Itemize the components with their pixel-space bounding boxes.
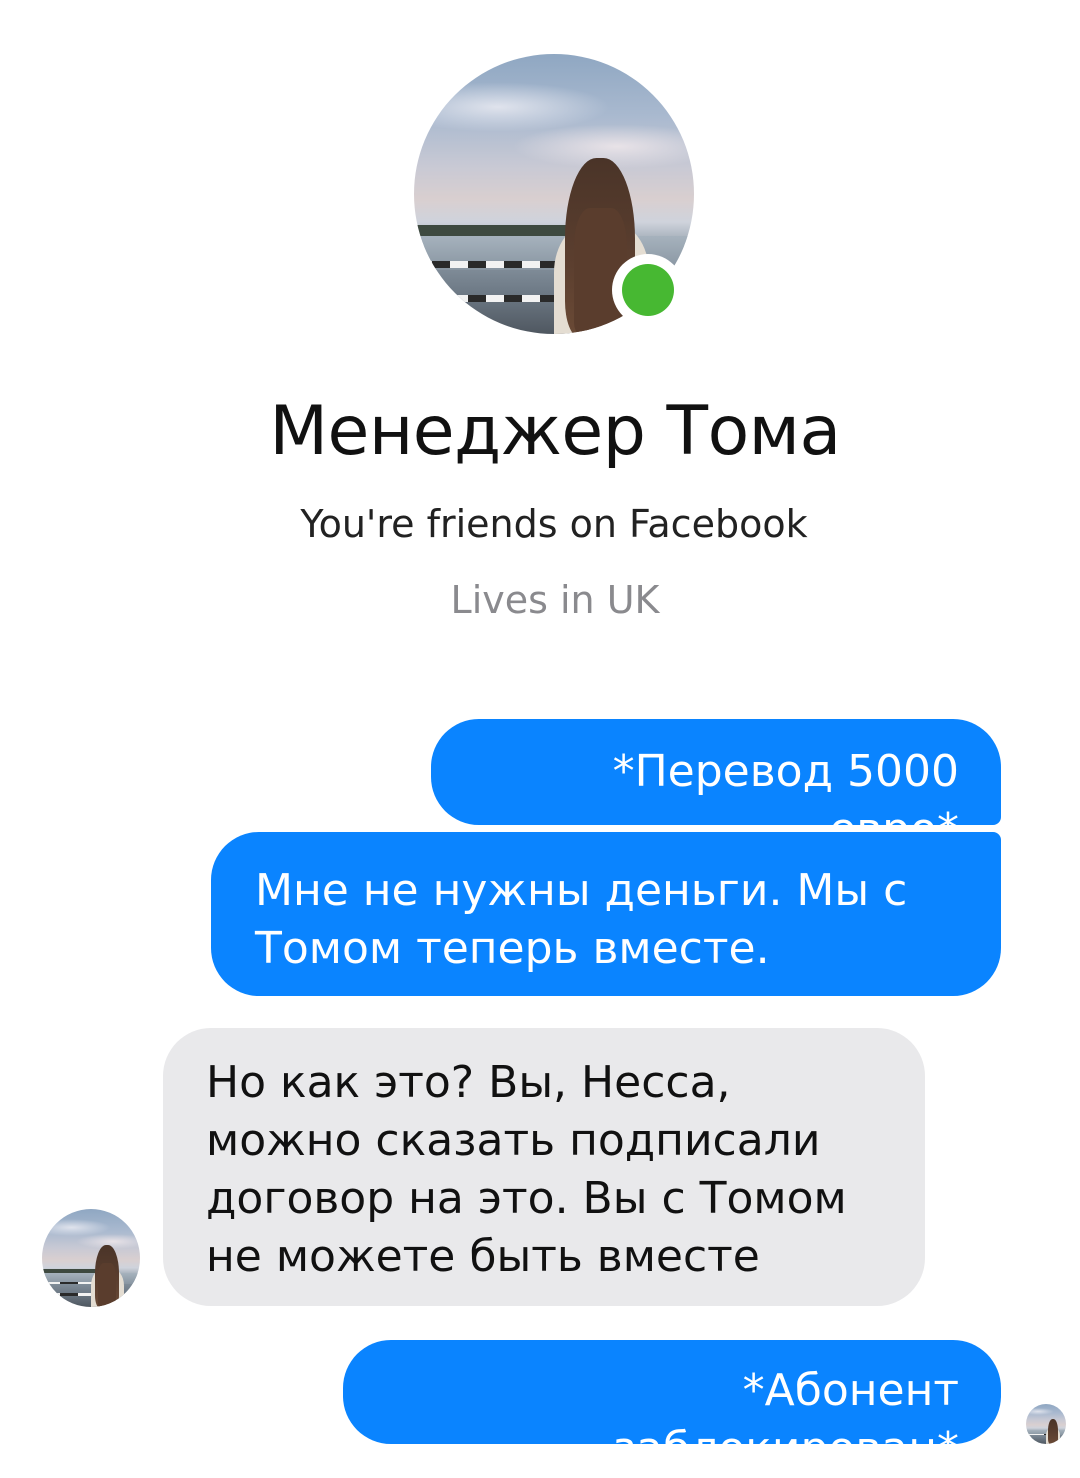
sender-photo xyxy=(42,1209,140,1307)
contact-name[interactable]: Менеджер Тома xyxy=(0,392,1080,471)
friends-status-text: You're friends on Facebook xyxy=(300,502,808,546)
message-bubble-outgoing[interactable]: *Абонент заблокирован* xyxy=(343,1340,1001,1474)
online-status-dot xyxy=(612,254,684,326)
seen-photo xyxy=(1026,1404,1066,1444)
message-bubble-incoming[interactable]: Но как это? Вы, Несса, можно сказать под… xyxy=(163,1028,925,1306)
sender-avatar[interactable] xyxy=(42,1209,140,1307)
message-bubble-outgoing[interactable]: Мне не нужны деньги. Мы с Томом теперь в… xyxy=(211,832,1001,996)
message-bubble-outgoing[interactable]: *Перевод 5000 евро* xyxy=(431,719,1001,855)
seen-avatar xyxy=(1026,1404,1066,1444)
location-text: Lives in UK xyxy=(450,578,660,622)
